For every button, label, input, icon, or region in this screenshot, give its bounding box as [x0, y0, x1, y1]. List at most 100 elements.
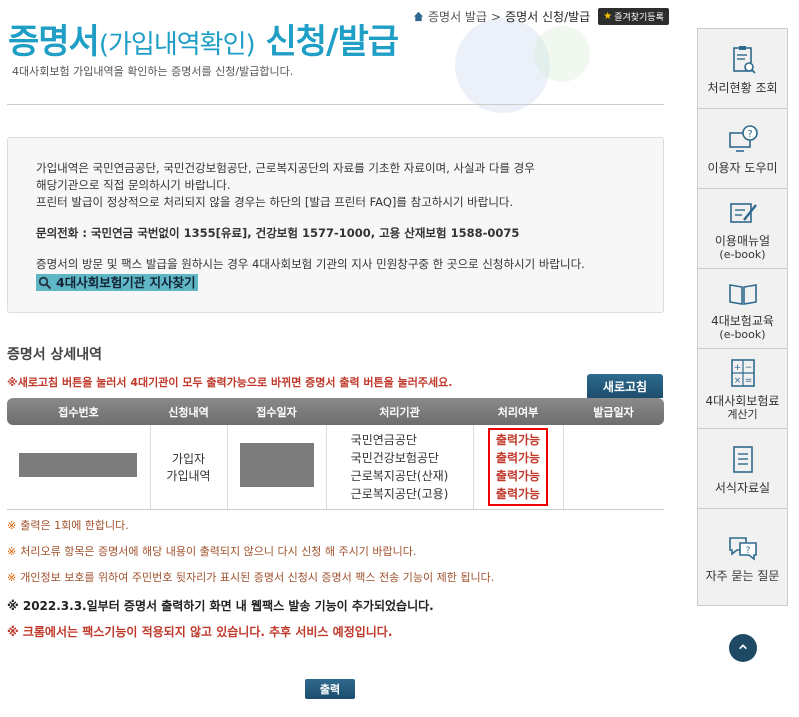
- notice-box: 가입내역은 국민연금공단, 국민건강보험공단, 근로복지공단의 자료를 기초한 …: [7, 137, 664, 313]
- column-header: 처리기관: [326, 398, 473, 425]
- status-box: 출력가능 출력가능 출력가능 출력가능: [487, 427, 549, 506]
- side-item-user-manual[interactable]: 이용매뉴얼 (e-book): [698, 189, 787, 269]
- receipt-number-cell: [7, 425, 151, 510]
- column-header: 처리여부: [473, 398, 563, 425]
- svg-text:?: ?: [747, 129, 752, 140]
- contact-phone: 문의전화 : 국민연금 국번없이 1355[유료], 건강보험 1577-100…: [36, 226, 520, 240]
- request-type-cell: 가입자 가입내역: [150, 425, 228, 510]
- svg-text:×: ×: [733, 376, 741, 386]
- receipt-date-cell: [227, 425, 327, 510]
- side-item-label: 서식자료실: [714, 480, 771, 495]
- note-mark: ※: [7, 545, 17, 558]
- table-header-row: 접수번호 신청내역 접수일자 처리기관 처리여부 발급일자: [7, 398, 664, 425]
- webfax-notice: ※ 2022.3.3.일부터 증명서 출력하기 화면 내 웹팩스 발송 기능이 …: [7, 599, 434, 613]
- section-title: 증명서 상세내역: [7, 347, 103, 363]
- agency-name: 근로복지공단(산재): [350, 468, 449, 483]
- side-item-sublabel: (e-book): [719, 248, 766, 261]
- page-description: 4대사회보험 가입내역을 확인하는 증명서를 신청/발급합니다.: [12, 65, 294, 78]
- note-mark: ※: [7, 571, 17, 584]
- table-row: 가입자 가입내역 국민연금공단 국민건강보험공단 근로복지공단(산재) 근로복지…: [7, 425, 664, 510]
- chrome-fax-notice: ※ 크롬에서는 팩스기능이 적용되지 않고 있습니다. 추후 서비스 예정입니다…: [7, 625, 393, 639]
- side-item-insurance-education[interactable]: 4대보험교육 (e-book): [698, 269, 787, 349]
- note-text: 출력은 1회에 한합니다.: [20, 519, 129, 532]
- side-item-sublabel: 계산기: [727, 408, 758, 421]
- note-item: ※ 출력은 1회에 한합니다.: [7, 519, 494, 545]
- refresh-instruction: ※새로고침 버튼을 눌러서 4대기관이 모두 출력가능으로 바뀌면 증명서 출력…: [7, 376, 453, 389]
- status-cell: 출력가능 출력가능 출력가능 출력가능: [473, 425, 564, 510]
- side-item-label: 이용자 도우미: [707, 160, 778, 175]
- notice-line: 가입내역은 국민연금공단, 국민건강보험공단, 근로복지공단의 자료를 기초한 …: [36, 161, 535, 175]
- home-icon[interactable]: [413, 11, 424, 22]
- clipboard-search-icon: [726, 43, 760, 81]
- side-item-label: 4대보험교육: [711, 314, 774, 328]
- refresh-button[interactable]: 새로고침: [587, 374, 663, 398]
- side-item-label: 4대사회보험료: [705, 394, 780, 408]
- divider: [7, 104, 664, 105]
- side-item-user-help[interactable]: ? 이용자 도우미: [698, 109, 787, 189]
- note-item: ※ 개인정보 보호를 위하여 주민번호 뒷자리가 표시된 증명서 신청시 증명서…: [7, 571, 494, 597]
- notice-line: 프린터 발급이 정상적으로 처리되지 않을 경우는 하단의 [발급 프린터 FA…: [36, 195, 514, 209]
- side-item-form-library[interactable]: 서식자료실: [698, 429, 787, 509]
- status-badge: 출력가능: [495, 486, 541, 501]
- svg-text:=: =: [744, 376, 752, 386]
- svg-text:+: +: [733, 363, 741, 373]
- request-type-line: 가입내역: [166, 468, 211, 483]
- status-badge: 출력가능: [495, 468, 541, 483]
- note-text: 개인정보 보호를 위하여 주민번호 뒷자리가 표시된 증명서 신청시 증명서 팩…: [20, 571, 495, 584]
- side-item-label: 처리현황 조회: [707, 80, 778, 95]
- agency-cell: 국민연금공단 국민건강보험공단 근로복지공단(산재) 근로복지공단(고용): [326, 425, 474, 510]
- certificate-table: 접수번호 신청내역 접수일자 처리기관 처리여부 발급일자 가입자 가입내역 국…: [7, 398, 664, 510]
- calculator-icon: + − × =: [726, 356, 760, 394]
- page-title-paren: (가입내역확인): [98, 30, 256, 60]
- breadcrumb-separator: >: [491, 9, 502, 24]
- agency-name: 국민건강보험공단: [350, 450, 439, 465]
- status-badge: 출력가능: [495, 432, 541, 447]
- column-header: 발급일자: [563, 398, 664, 425]
- manual-pen-icon: [726, 196, 760, 234]
- decorative-circle: [534, 26, 590, 82]
- page-title-main: 증명서: [8, 22, 100, 62]
- notes: ※ 출력은 1회에 한합니다. ※ 처리오류 항목은 증명서에 해당 내용이 출…: [7, 519, 494, 649]
- page-title: 증명서(가입내역확인) 신청/발급: [8, 14, 399, 63]
- svg-text:−: −: [744, 363, 752, 373]
- notice-line: 해당기관으로 직접 문의하시기 바랍니다.: [36, 178, 231, 192]
- scroll-top-button[interactable]: [729, 634, 757, 662]
- chat-question-icon: ?: [726, 531, 760, 569]
- side-item-status-check[interactable]: 처리현황 조회: [698, 29, 787, 109]
- svg-text:?: ?: [745, 546, 750, 556]
- request-type-line: 가입자: [171, 451, 206, 466]
- star-icon: ★: [603, 11, 613, 22]
- side-item-label: 자주 묻는 질문: [705, 569, 780, 583]
- side-item-faq[interactable]: ? 자주 묻는 질문: [698, 509, 787, 605]
- agency-name: 근로복지공단(고용): [350, 486, 449, 501]
- page-title-rest: 신청/발급: [254, 22, 399, 62]
- search-icon: [38, 276, 52, 290]
- masked-value: [19, 453, 138, 478]
- issue-date-cell: [563, 425, 664, 510]
- quick-menu: 처리현황 조회 ? 이용자 도우미 이용매뉴얼 (e-book) 4대보험교육 …: [697, 28, 788, 606]
- note-mark: ※: [7, 519, 17, 532]
- note-item: ※ 처리오류 항목은 증명서에 해당 내용이 출력되지 않으니 다시 신청 해 …: [7, 545, 494, 571]
- print-button[interactable]: 출력: [305, 679, 355, 699]
- book-icon: [726, 276, 760, 314]
- column-header: 접수번호: [7, 398, 150, 425]
- masked-value: [239, 443, 314, 488]
- breadcrumb-current: 증명서 신청/발급: [505, 10, 591, 24]
- column-header: 접수일자: [227, 398, 326, 425]
- breadcrumb-parent[interactable]: 증명서 발급: [428, 8, 487, 25]
- side-item-premium-calculator[interactable]: + − × = 4대사회보험료 계산기: [698, 349, 787, 429]
- favorite-label: 즐겨찾기등록: [614, 13, 664, 23]
- favorite-button[interactable]: ★ 즐겨찾기등록: [598, 8, 669, 25]
- status-badge: 출력가능: [495, 450, 541, 465]
- note-text: 처리오류 항목은 증명서에 해당 내용이 출력되지 않으니 다시 신청 해 주시…: [20, 545, 417, 558]
- side-item-sublabel: (e-book): [719, 328, 766, 341]
- branch-finder-link[interactable]: 4대사회보험기관 지사찾기: [36, 274, 198, 291]
- help-monitor-icon: ?: [726, 123, 760, 161]
- document-list-icon: [726, 443, 760, 481]
- branch-finder-label: 4대사회보험기관 지사찾기: [56, 275, 196, 290]
- side-item-label: 이용매뉴얼: [714, 234, 771, 248]
- chevron-up-icon: [738, 641, 748, 655]
- agency-name: 국민연금공단: [350, 432, 417, 447]
- column-header: 신청내역: [150, 398, 227, 425]
- notice-line: 증명서의 방문 및 팩스 발급을 원하시는 경우 4대사회보험 기관의 지사 민…: [36, 257, 585, 271]
